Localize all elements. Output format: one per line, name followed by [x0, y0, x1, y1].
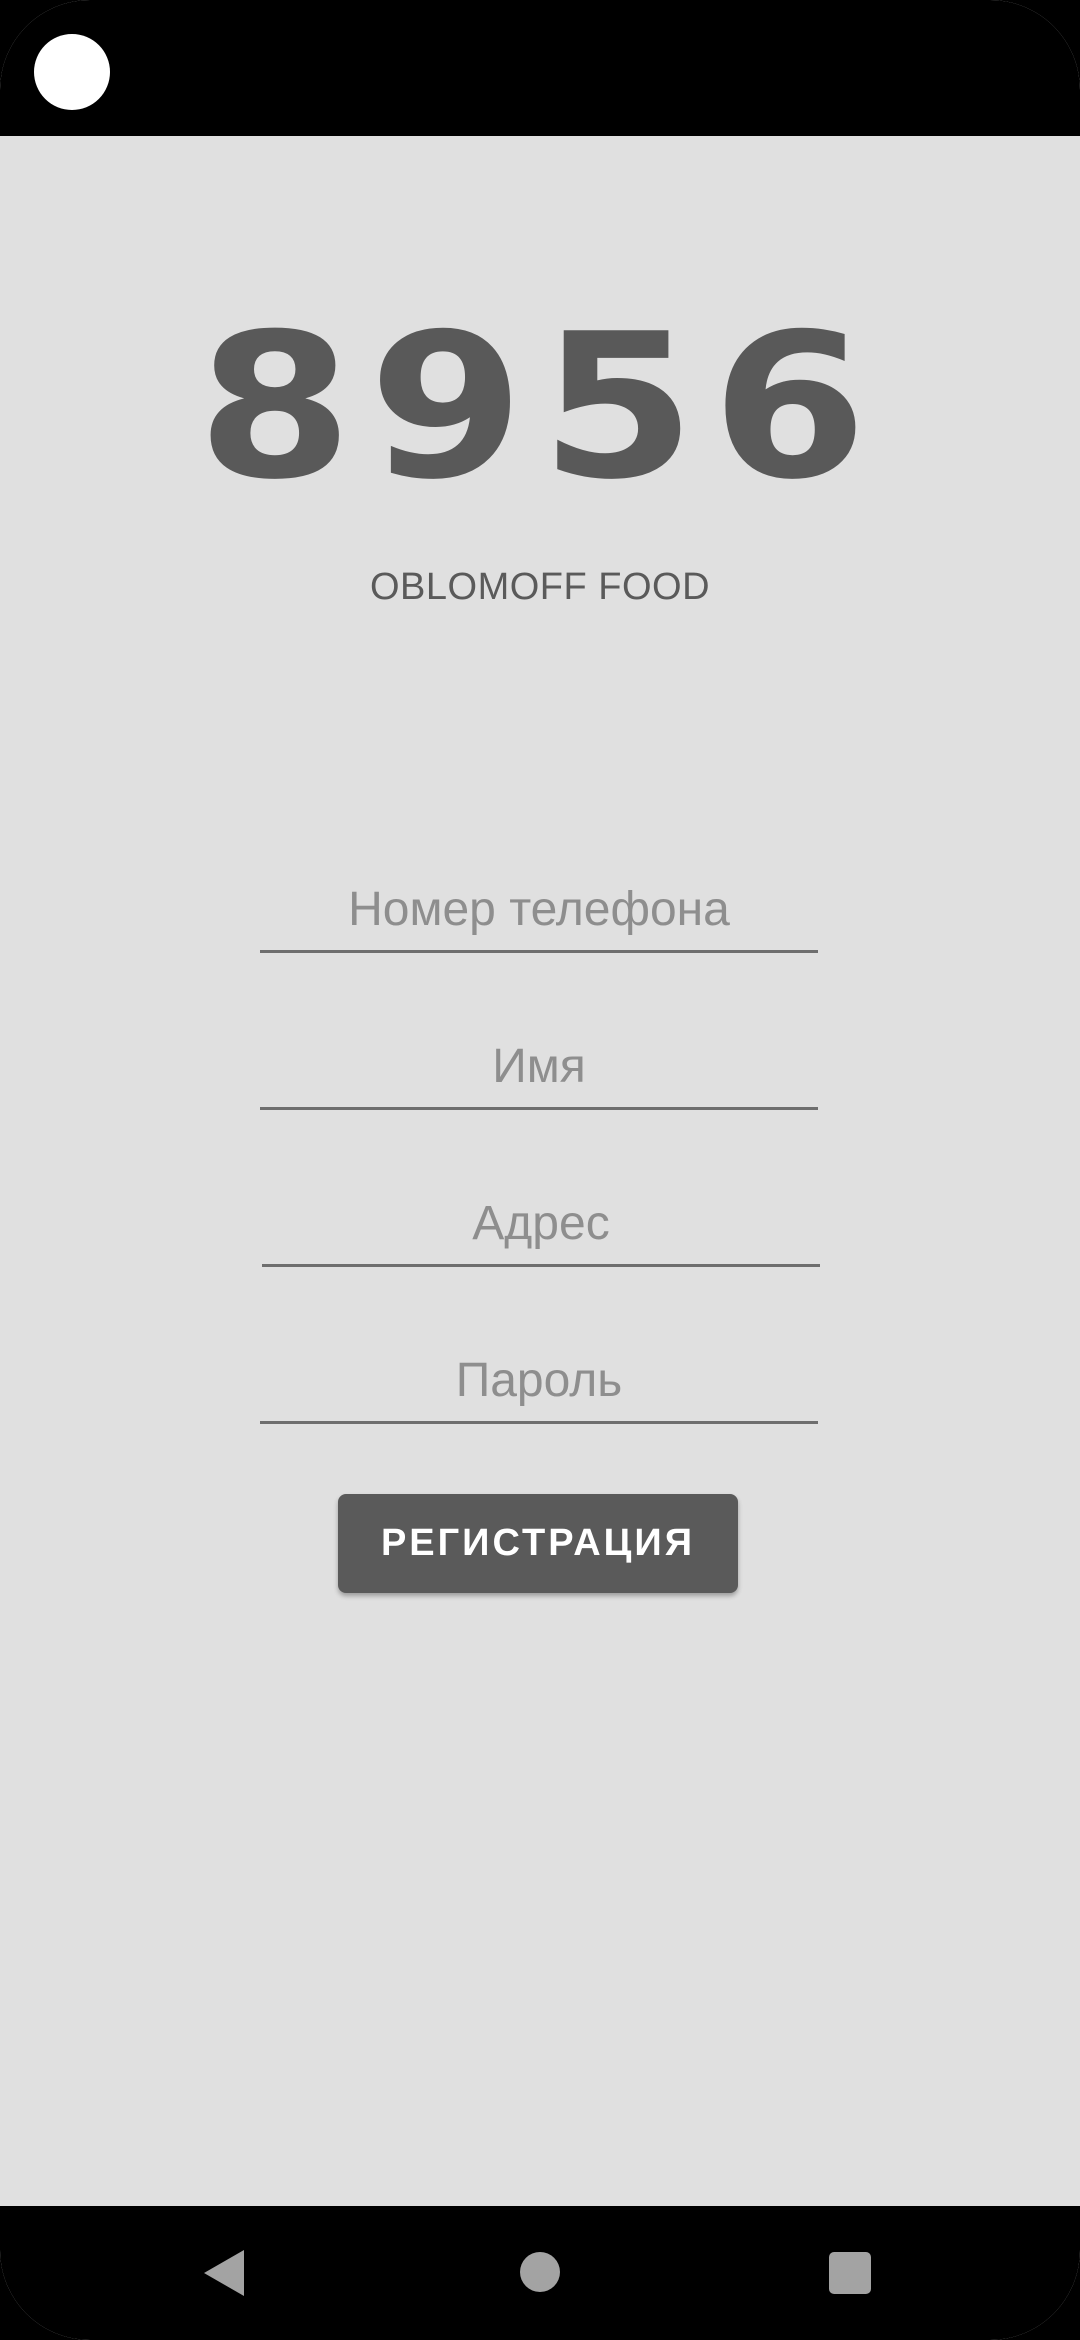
- name-input[interactable]: [260, 1027, 818, 1105]
- phone-field: [260, 870, 818, 953]
- brand-name: OBLOMOFF FOOD: [369, 566, 711, 608]
- back-triangle-icon[interactable]: [204, 2250, 244, 2296]
- home-circle-icon[interactable]: [520, 2252, 560, 2292]
- status-bar: [0, 0, 1080, 136]
- phone-input[interactable]: [260, 870, 818, 948]
- app-logo: 8956: [196, 291, 884, 524]
- password-field: [260, 1341, 818, 1424]
- recents-square-icon[interactable]: [829, 2252, 871, 2294]
- register-button[interactable]: РЕГИСТРАЦИЯ: [338, 1494, 738, 1593]
- camera-cutout-icon: [34, 34, 110, 110]
- navigation-bar: [0, 2206, 1080, 2340]
- password-input[interactable]: [260, 1341, 818, 1419]
- app-screen: 8956 OBLOMOFF FOOD РЕГИСТРАЦИЯ: [0, 0, 1080, 2340]
- name-field: [260, 1027, 818, 1110]
- address-field: [262, 1184, 820, 1267]
- address-input[interactable]: [262, 1184, 820, 1262]
